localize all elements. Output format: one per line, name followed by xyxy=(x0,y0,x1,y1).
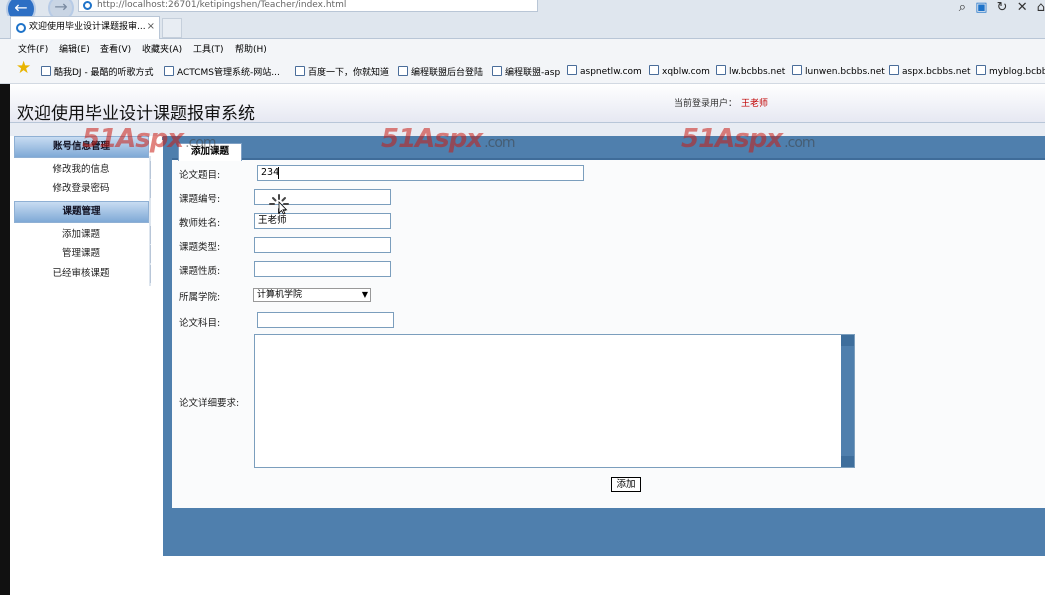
sidebar-section-topics[interactable]: 课题管理 xyxy=(14,201,149,223)
page-icon xyxy=(792,65,802,75)
favorite-link[interactable]: aspnetlw.com xyxy=(567,65,642,77)
favorite-link[interactable]: xqblw.com xyxy=(649,65,710,77)
busy-cursor-icon xyxy=(269,194,289,215)
page-icon xyxy=(164,66,174,76)
subject-input[interactable] xyxy=(257,312,394,328)
address-bar[interactable]: http://localhost:26701/ketipingshen/Teac… xyxy=(78,0,538,12)
college-select[interactable]: 计算机学院 ▼ xyxy=(253,288,371,302)
page-icon xyxy=(41,66,51,76)
sidebar-item-edit-info[interactable]: 修改我的信息 xyxy=(12,161,151,179)
chevron-down-icon: ▼ xyxy=(361,290,368,299)
menu-edit[interactable]: 编辑(E) xyxy=(59,42,90,55)
teacher-name-label: 教师姓名: xyxy=(179,218,221,229)
favorite-link[interactable]: lunwen.bcbbs.net xyxy=(792,65,885,77)
toolbar-icons: ⌕ ▣ ↻ ✕ ⌂ xyxy=(954,0,1045,15)
sidebar-item-add-topic[interactable]: 添加课题 xyxy=(12,226,151,244)
watermark-logo: 51Aspx .com xyxy=(381,124,516,154)
watermark-logo: 51Aspx .com xyxy=(82,124,217,154)
menu-bar: 文件(F) 编辑(E) 查看(V) 收藏夹(A) 工具(T) 帮助(H) xyxy=(0,39,1045,57)
page-icon xyxy=(649,65,659,75)
favorite-link[interactable]: myblog.bcbb xyxy=(976,65,1045,77)
page-header: 欢迎使用毕业设计课题报审系统 当前登录用户： 王老师 xyxy=(10,84,1045,124)
home-icon[interactable]: ⌂ xyxy=(1037,0,1045,15)
watermark-logo: 51Aspx .com xyxy=(681,124,816,154)
details-label: 论文详细要求: xyxy=(179,398,240,409)
topic-type-label: 课题类型: xyxy=(179,242,221,253)
thesis-title-input[interactable]: 234 xyxy=(257,165,584,181)
sidebar-item-change-password[interactable]: 修改登录密码 xyxy=(12,180,151,198)
window-edge xyxy=(0,84,10,595)
stop-icon[interactable]: ✕ xyxy=(1017,0,1028,15)
page-icon xyxy=(976,65,986,75)
topic-number-label: 课题编号: xyxy=(179,194,221,205)
menu-favorites[interactable]: 收藏夹(A) xyxy=(142,42,182,55)
close-icon[interactable]: × xyxy=(147,17,155,37)
page-icon xyxy=(716,65,726,75)
college-label: 所属学院: xyxy=(179,292,221,303)
menu-help[interactable]: 帮助(H) xyxy=(235,42,267,55)
search-icon[interactable]: ⌕ xyxy=(959,0,966,15)
sidebar-item-manage-topics[interactable]: 管理课题 xyxy=(12,245,151,263)
browser-tab[interactable]: 欢迎使用毕业设计课题报审... × xyxy=(10,16,160,39)
favorite-link[interactable]: 编程联盟后台登陆 xyxy=(398,65,483,78)
page-icon xyxy=(492,66,502,76)
page-title: 欢迎使用毕业设计课题报审系统 xyxy=(17,104,255,124)
tab-title: 欢迎使用毕业设计课题报审... xyxy=(29,22,146,32)
rss-icon[interactable]: ▣ xyxy=(975,0,987,15)
forward-arrow-icon: → xyxy=(54,0,68,16)
college-selected-value: 计算机学院 xyxy=(257,290,303,300)
current-user-name: 王老师 xyxy=(741,99,769,109)
favorite-link[interactable]: ACTCMS管理系统-网站... xyxy=(164,65,280,78)
ie-icon xyxy=(83,1,92,10)
star-icon[interactable]: ★ xyxy=(16,58,31,78)
back-arrow-icon: ← xyxy=(14,0,28,17)
topic-nature-label: 课题性质: xyxy=(179,266,221,277)
page-icon xyxy=(567,65,577,75)
page-icon xyxy=(295,66,305,76)
menu-file[interactable]: 文件(F) xyxy=(18,42,48,55)
favorite-link[interactable]: 编程联盟-asp xyxy=(492,65,560,78)
new-tab-button[interactable] xyxy=(162,18,182,38)
sidebar-item-reviewed-topics[interactable]: 已经审核课题 xyxy=(12,265,151,283)
ie-icon xyxy=(16,23,26,33)
topic-nature-input[interactable] xyxy=(254,261,391,277)
details-textarea[interactable] xyxy=(254,334,855,468)
page-icon xyxy=(889,65,899,75)
add-button[interactable]: 添加 xyxy=(611,477,641,492)
sidebar: 账号信息管理 修改我的信息 修改登录密码 课题管理 添加课题 管理课题 已经审核… xyxy=(10,136,162,556)
menu-tools[interactable]: 工具(T) xyxy=(193,42,224,55)
topic-type-input[interactable] xyxy=(254,237,391,253)
teacher-name-input[interactable]: 王老师 xyxy=(254,213,391,229)
textarea-scrollbar[interactable] xyxy=(841,335,854,467)
thesis-title-label: 论文题目: xyxy=(179,170,221,181)
favorites-bar: ★ 酷我DJ - 最酷的听歌方式 ACTCMS管理系统-网站... 百度一下，你… xyxy=(0,57,1045,84)
refresh-icon[interactable]: ↻ xyxy=(997,0,1008,15)
favorite-link[interactable]: aspx.bcbbs.net xyxy=(889,65,971,77)
text-caret xyxy=(278,167,279,179)
page-icon xyxy=(398,66,408,76)
favorite-link[interactable]: lw.bcbbs.net xyxy=(716,65,785,77)
url-text: http://localhost:26701/ketipingshen/Teac… xyxy=(97,0,347,10)
favorite-link[interactable]: 百度一下，你就知道 xyxy=(295,65,389,78)
subject-label: 论文科目: xyxy=(179,318,221,329)
menu-view[interactable]: 查看(V) xyxy=(100,42,131,55)
favorite-link[interactable]: 酷我DJ - 最酷的听歌方式 xyxy=(41,65,154,78)
current-user-label: 当前登录用户： xyxy=(674,99,738,109)
